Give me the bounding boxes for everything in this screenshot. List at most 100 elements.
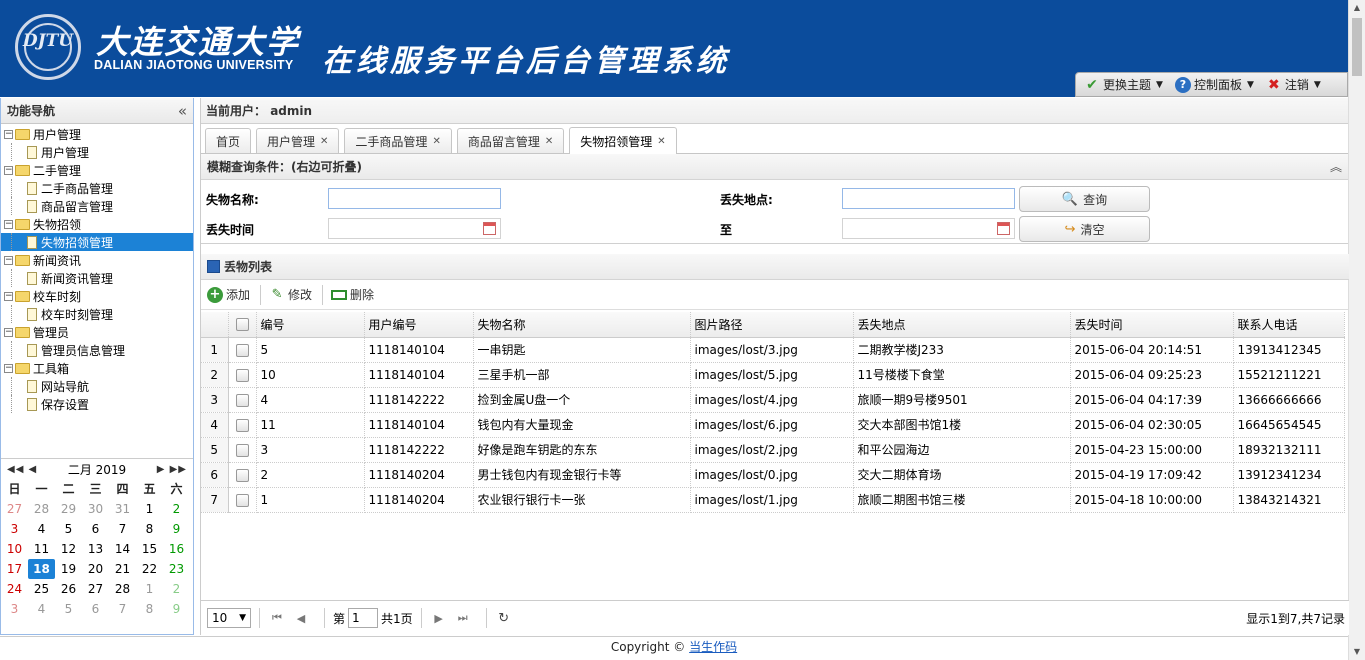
tree-item-2-0[interactable]: 失物招领管理: [1, 233, 193, 251]
change-theme-button[interactable]: ✔ 更换主题 ▼: [1084, 76, 1163, 93]
row-checkbox[interactable]: [235, 343, 249, 357]
calendar-day[interactable]: 30: [82, 499, 109, 519]
close-icon[interactable]: ✕: [320, 136, 328, 147]
column-header[interactable]: 用户编号: [364, 312, 474, 338]
tree-group-3[interactable]: − 新闻资讯: [1, 251, 193, 269]
table-row[interactable]: 5 3 1118142222 好像是跑车钥匙的东东 images/lost/2.jpg 和…: [201, 437, 1345, 463]
clear-button[interactable]: ↪ 清空: [1019, 216, 1150, 242]
calendar-next-nav[interactable]: ▶ ▶▶: [157, 464, 187, 475]
calendar-day[interactable]: 19: [55, 559, 82, 579]
scroll-thumb[interactable]: [1352, 18, 1362, 76]
calendar-day[interactable]: 4: [28, 519, 55, 539]
calendar-day[interactable]: 11: [28, 539, 55, 559]
delete-button[interactable]: 删除: [331, 286, 374, 303]
calendar-day[interactable]: 7: [109, 519, 136, 539]
calendar-day[interactable]: 26: [55, 579, 82, 599]
calendar-icon[interactable]: [483, 222, 496, 235]
calendar-day[interactable]: 14: [109, 539, 136, 559]
scroll-down-icon[interactable]: ▼: [1349, 644, 1365, 660]
select-all-checkbox[interactable]: [235, 318, 249, 332]
calendar-day[interactable]: 6: [82, 599, 109, 619]
row-checkbox[interactable]: [235, 468, 249, 482]
column-header[interactable]: 编号: [256, 312, 365, 338]
control-panel-button[interactable]: ? 控制面板 ▼: [1174, 76, 1254, 93]
tab-1[interactable]: 用户管理 ✕: [256, 128, 340, 153]
collapse-toggle-icon[interactable]: −: [4, 327, 13, 337]
tree-group-2[interactable]: − 失物招领: [1, 215, 193, 233]
column-header[interactable]: 图片路径: [690, 312, 854, 338]
logout-button[interactable]: ✖ 注销 ▼: [1266, 76, 1321, 93]
row-checkbox[interactable]: [235, 493, 249, 507]
close-icon[interactable]: ✕: [545, 136, 553, 147]
collapse-toggle-icon[interactable]: −: [4, 165, 13, 175]
calendar-day[interactable]: 10: [1, 539, 28, 559]
column-header[interactable]: 联系人电话: [1233, 312, 1345, 338]
calendar-day[interactable]: 3: [1, 599, 28, 619]
lost-place-input[interactable]: [842, 188, 1015, 209]
calendar-day[interactable]: 8: [136, 599, 163, 619]
row-checkbox[interactable]: [235, 393, 249, 407]
edit-button[interactable]: ✎ 修改: [269, 286, 312, 303]
tree-item-5-0[interactable]: 管理员信息管理: [1, 341, 193, 359]
calendar-day[interactable]: 4: [28, 599, 55, 619]
calendar-day[interactable]: 20: [82, 559, 109, 579]
add-button[interactable]: + 添加: [207, 286, 250, 303]
prev-page-icon[interactable]: ◀: [292, 612, 310, 625]
calendar-day[interactable]: 18: [28, 559, 55, 579]
tree-item-3-0[interactable]: 新闻资讯管理: [1, 269, 193, 287]
calendar-day[interactable]: 1: [136, 499, 163, 519]
tree-item-6-1[interactable]: 保存设置: [1, 395, 193, 413]
table-row[interactable]: 1 5 1118140104 一串钥匙 images/lost/3.jpg 二期教学楼J2…: [201, 337, 1345, 363]
calendar-day[interactable]: 17: [1, 559, 28, 579]
tree-item-0-0[interactable]: 用户管理: [1, 143, 193, 161]
tree-item-1-0[interactable]: 二手商品管理: [1, 179, 193, 197]
table-row[interactable]: 4 11 1118140104 钱包内有大量现金 images/lost/6.jpg 交大…: [201, 412, 1345, 438]
collapse-toggle-icon[interactable]: −: [4, 255, 13, 265]
collapse-toggle-icon[interactable]: −: [4, 363, 13, 373]
column-header[interactable]: 失物名称: [473, 312, 691, 338]
calendar-day[interactable]: 6: [82, 519, 109, 539]
table-row[interactable]: 2 10 1118140104 三星手机一部 images/lost/5.jpg 11号楼…: [201, 362, 1345, 388]
scroll-up-icon[interactable]: ▲: [1349, 0, 1365, 16]
tab-2[interactable]: 二手商品管理 ✕: [344, 128, 452, 153]
lost-name-input[interactable]: [328, 188, 501, 209]
calendar-day[interactable]: 1: [136, 579, 163, 599]
calendar-day[interactable]: 2: [163, 499, 190, 519]
calendar-day[interactable]: 29: [55, 499, 82, 519]
tab-4[interactable]: 失物招领管理 ✕: [569, 127, 677, 154]
column-header[interactable]: 丢失地点: [853, 312, 1071, 338]
row-checkbox[interactable]: [235, 368, 249, 382]
calendar-day[interactable]: 2: [163, 579, 190, 599]
calendar-day[interactable]: 7: [109, 599, 136, 619]
calendar-day[interactable]: 27: [82, 579, 109, 599]
refresh-icon[interactable]: ↻: [495, 611, 513, 626]
author-link[interactable]: 当生作码: [689, 640, 737, 654]
tree-group-1[interactable]: − 二手管理: [1, 161, 193, 179]
tab-3[interactable]: 商品留言管理 ✕: [456, 128, 565, 153]
calendar-day[interactable]: 5: [55, 599, 82, 619]
first-page-icon[interactable]: ⏮: [268, 611, 286, 625]
calendar-day[interactable]: 13: [82, 539, 109, 559]
calendar-day[interactable]: 27: [1, 499, 28, 519]
page-size-select[interactable]: 10 ▼: [207, 608, 251, 628]
collapse-toggle-icon[interactable]: −: [4, 291, 13, 301]
lost-time-end-input[interactable]: [842, 218, 1015, 239]
tree-group-6[interactable]: − 工具箱: [1, 359, 193, 377]
page-scrollbar[interactable]: ▲ ▼: [1348, 0, 1365, 660]
tree-group-5[interactable]: − 管理员: [1, 323, 193, 341]
calendar-day[interactable]: 8: [136, 519, 163, 539]
calendar-prev-nav[interactable]: ◀◀ ◀: [7, 464, 37, 475]
calendar-day[interactable]: 28: [109, 579, 136, 599]
table-row[interactable]: 6 2 1118140204 男士钱包内有现金银行卡等 images/lost/0.jp…: [201, 462, 1345, 488]
calendar-day[interactable]: 21: [109, 559, 136, 579]
calendar-day[interactable]: 15: [136, 539, 163, 559]
row-checkbox[interactable]: [235, 418, 249, 432]
tree-group-0[interactable]: − 用户管理: [1, 125, 193, 143]
collapse-up-icon[interactable]: ︽: [1330, 158, 1342, 175]
calendar-icon[interactable]: [997, 222, 1010, 235]
calendar-day[interactable]: 5: [55, 519, 82, 539]
table-row[interactable]: 7 1 1118140204 农业银行银行卡一张 images/lost/1.jpg 旅顺…: [201, 487, 1345, 513]
column-header[interactable]: 丢失时间: [1070, 312, 1234, 338]
table-row[interactable]: 3 4 1118142222 捡到金属U盘一个 images/lost/4.jpg 旅顺一…: [201, 387, 1345, 413]
tree-item-4-0[interactable]: 校车时刻管理: [1, 305, 193, 323]
